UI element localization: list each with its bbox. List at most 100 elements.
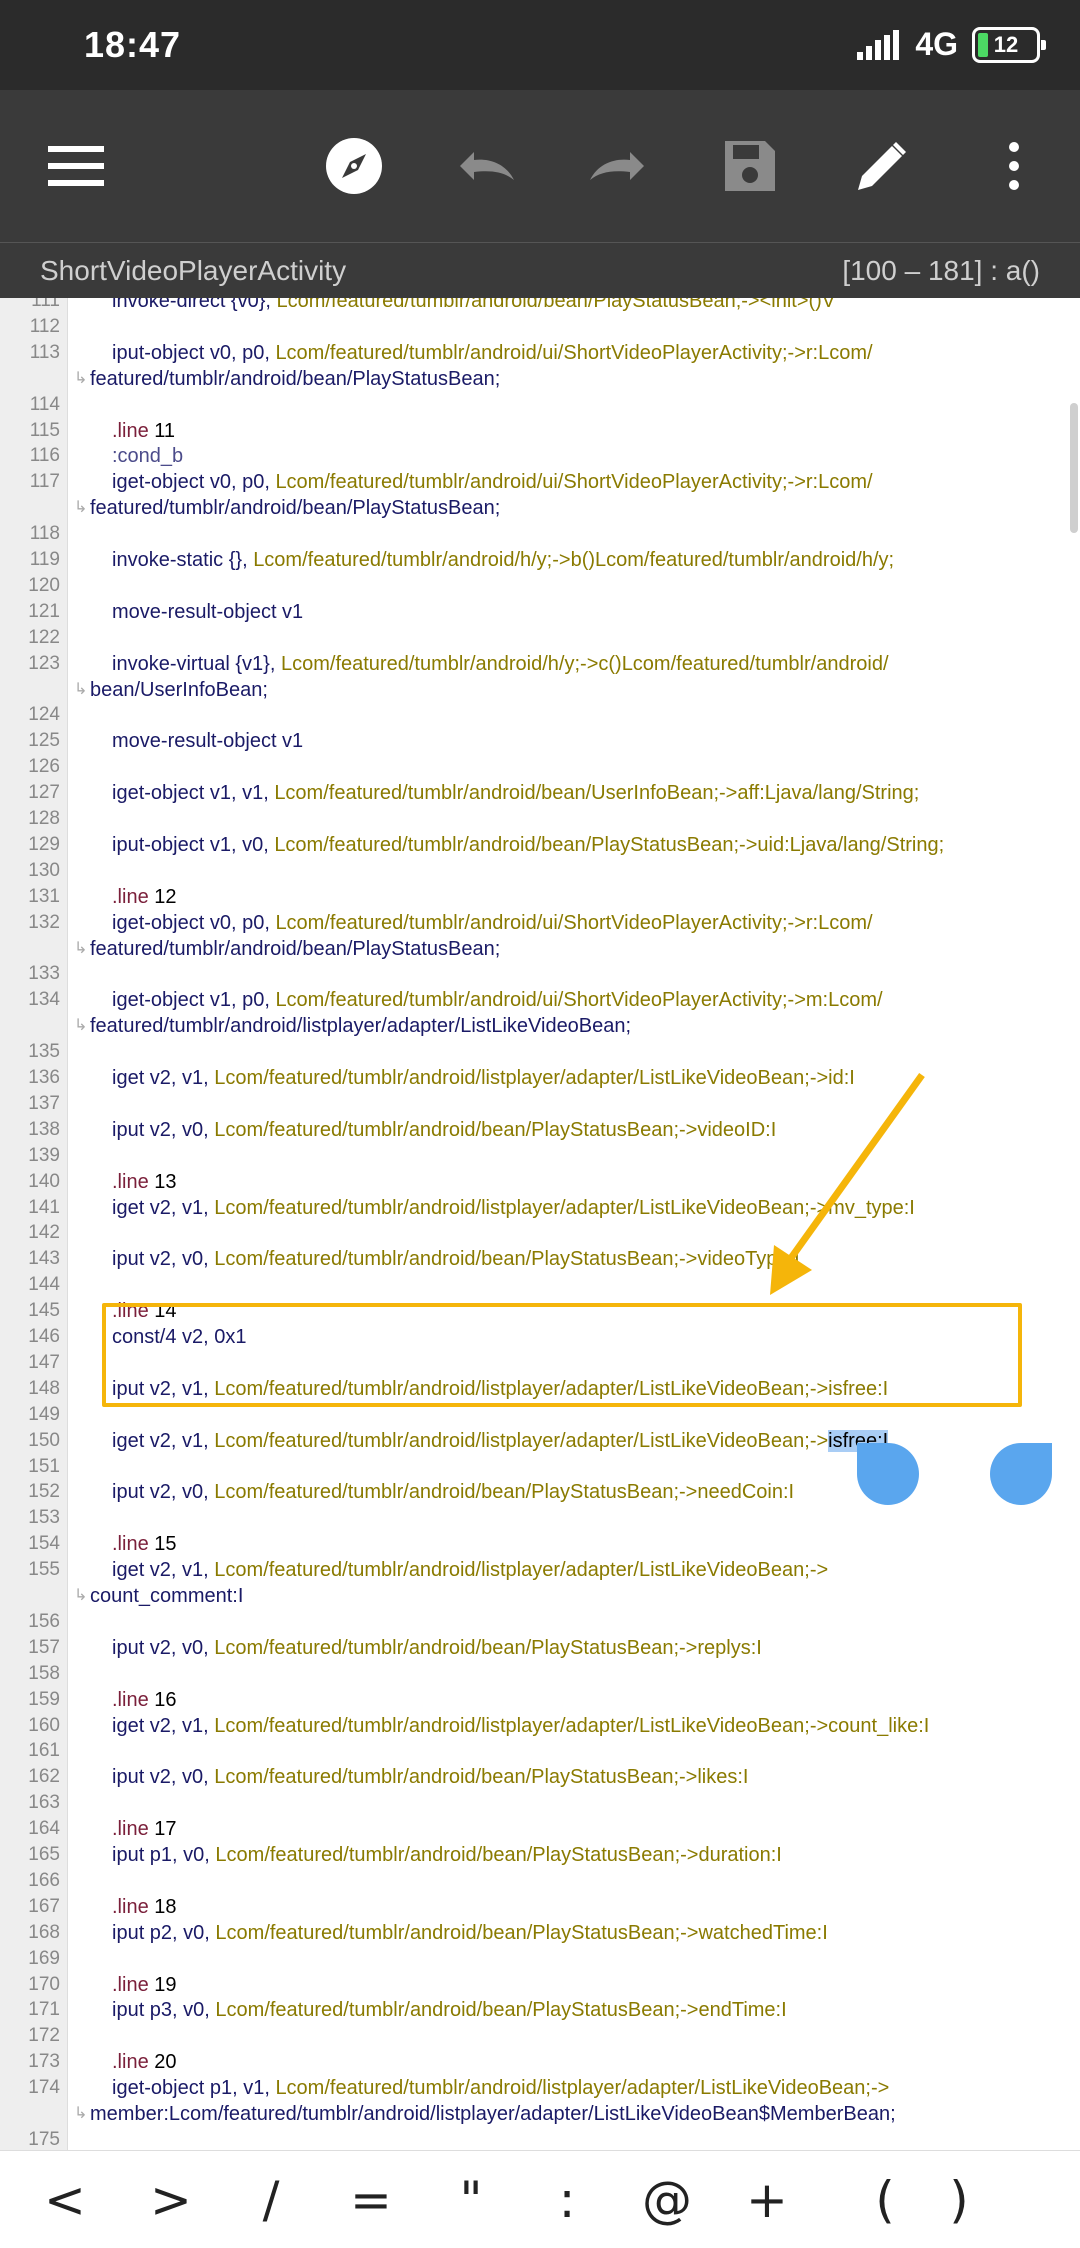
code-text[interactable]: .line 18 bbox=[112, 1894, 177, 1920]
code-line[interactable]: 127 iget-object v1, v1, Lcom/featured/tum… bbox=[0, 780, 1070, 806]
code-line[interactable]: 169 bbox=[0, 1946, 1070, 1972]
code-line[interactable]: 114 bbox=[0, 392, 1070, 418]
symbol-key[interactable]: > bbox=[136, 2165, 206, 2235]
code-line[interactable]: 173 .line 20 bbox=[0, 2049, 1070, 2075]
save-button[interactable] bbox=[710, 126, 790, 206]
code-line[interactable]: 133 bbox=[0, 961, 1070, 987]
code-line[interactable]: ↳ count_comment:I bbox=[0, 1583, 1070, 1609]
code-text[interactable]: iput p3, v0, Lcom/featured/tumblr/androi… bbox=[112, 1997, 787, 2023]
code-line[interactable]: 172 bbox=[0, 2023, 1070, 2049]
code-line[interactable]: 131 .line 12 bbox=[0, 884, 1070, 910]
symbol-key[interactable]: = bbox=[336, 2165, 406, 2235]
code-line[interactable]: ↳ bean/UserInfoBean; bbox=[0, 677, 1070, 703]
symbol-key[interactable]: " bbox=[436, 2165, 506, 2235]
code-text[interactable]: iput v2, v0, Lcom/featured/tumblr/androi… bbox=[112, 1635, 762, 1661]
code-text[interactable]: move-result-object v1 bbox=[112, 599, 303, 625]
code-text[interactable]: iput v2, v0, Lcom/featured/tumblr/androi… bbox=[112, 1246, 800, 1272]
symbol-key[interactable]: ) bbox=[924, 2165, 994, 2235]
code-line[interactable]: 167 .line 18 bbox=[0, 1894, 1070, 1920]
code-line[interactable]: 163 bbox=[0, 1790, 1070, 1816]
menu-button[interactable] bbox=[36, 126, 116, 206]
code-text[interactable]: iput p2, v0, Lcom/featured/tumblr/androi… bbox=[112, 1920, 828, 1946]
code-text[interactable]: iget-object v0, p0, Lcom/featured/tumblr… bbox=[112, 910, 873, 936]
code-line[interactable]: 157 iput v2, v0, Lcom/featured/tumblr/and… bbox=[0, 1635, 1070, 1661]
code-text[interactable]: iput v2, v0, Lcom/featured/tumblr/androi… bbox=[112, 1764, 748, 1790]
code-line[interactable]: 112 bbox=[0, 314, 1070, 340]
code-text[interactable]: iget-object p1, v1, Lcom/featured/tumblr… bbox=[112, 2075, 889, 2101]
code-text[interactable]: featured/tumblr/android/bean/PlayStatusB… bbox=[90, 495, 500, 521]
code-text[interactable]: iget-object v0, p0, Lcom/featured/tumblr… bbox=[112, 469, 873, 495]
code-text[interactable]: iget-object v1, v1, Lcom/featured/tumblr… bbox=[112, 780, 919, 806]
code-text[interactable]: iget v2, v1, Lcom/featured/tumblr/androi… bbox=[112, 1428, 889, 1454]
code-line[interactable]: 156 bbox=[0, 1609, 1070, 1635]
code-line[interactable]: 116:cond_b bbox=[0, 443, 1070, 469]
code-line[interactable]: 144 bbox=[0, 1272, 1070, 1298]
selection-handle-right[interactable] bbox=[990, 1443, 1052, 1505]
code-text[interactable]: iput-object v1, v0, Lcom/featured/tumblr… bbox=[112, 832, 944, 858]
code-text[interactable]: .line 12 bbox=[112, 884, 177, 910]
code-editor[interactable]: 111 invoke-direct {v0}, Lcom/featured/tum… bbox=[0, 298, 1080, 2150]
code-line[interactable]: 125 move-result-object v1 bbox=[0, 728, 1070, 754]
code-line[interactable]: ↳ featured/tumblr/android/bean/PlayStatus… bbox=[0, 495, 1070, 521]
code-line[interactable]: 118 bbox=[0, 521, 1070, 547]
undo-button[interactable] bbox=[446, 126, 526, 206]
code-text[interactable]: iput v2, v0, Lcom/featured/tumblr/androi… bbox=[112, 1479, 794, 1505]
code-line[interactable]: 128 bbox=[0, 806, 1070, 832]
selection-handle-left[interactable] bbox=[857, 1443, 919, 1505]
code-text[interactable]: :cond_b bbox=[112, 443, 183, 469]
code-text[interactable]: invoke-virtual {v1}, Lcom/featured/tumbl… bbox=[112, 651, 889, 677]
method-range[interactable]: [100 – 181] : a() bbox=[842, 255, 1040, 287]
code-line[interactable]: 143 iput v2, v0, Lcom/featured/tumblr/and… bbox=[0, 1246, 1070, 1272]
code-line[interactable]: 139 bbox=[0, 1143, 1070, 1169]
code-line[interactable]: 150 iget v2, v1, Lcom/featured/tumblr/and… bbox=[0, 1428, 1070, 1454]
code-line[interactable]: 123 invoke-virtual {v1}, Lcom/featured/tu… bbox=[0, 651, 1070, 677]
code-text[interactable]: .line 19 bbox=[112, 1972, 177, 1998]
symbol-key[interactable]: ( bbox=[850, 2165, 920, 2235]
symbol-key[interactable]: < bbox=[30, 2165, 100, 2235]
code-text[interactable]: iget v2, v1, Lcom/featured/tumblr/androi… bbox=[112, 1557, 828, 1583]
code-line[interactable]: 136 iget v2, v1, Lcom/featured/tumblr/and… bbox=[0, 1065, 1070, 1091]
code-text[interactable]: iput-object v0, p0, Lcom/featured/tumblr… bbox=[112, 340, 873, 366]
code-text[interactable]: featured/tumblr/android/listplayer/adapt… bbox=[90, 1013, 631, 1039]
code-text[interactable]: iget-object v1, p0, Lcom/featured/tumblr… bbox=[112, 987, 883, 1013]
code-line[interactable]: 154 .line 15 bbox=[0, 1531, 1070, 1557]
symbol-key[interactable]: + bbox=[732, 2165, 802, 2235]
code-line[interactable]: 113 iput-object v0, p0, Lcom/featured/tum… bbox=[0, 340, 1070, 366]
code-line[interactable]: ↳ member:Lcom/featured/tumblr/android/lis… bbox=[0, 2101, 1070, 2127]
code-line[interactable]: 121 move-result-object v1 bbox=[0, 599, 1070, 625]
code-text[interactable]: iput v2, v0, Lcom/featured/tumblr/androi… bbox=[112, 1117, 776, 1143]
code-text[interactable]: invoke-direct {v0}, Lcom/featured/tumblr… bbox=[112, 298, 835, 314]
code-line[interactable]: 161 bbox=[0, 1738, 1070, 1764]
scrollbar-thumb[interactable] bbox=[1070, 403, 1078, 533]
symbol-key[interactable]: / bbox=[236, 2165, 306, 2235]
navigate-button[interactable] bbox=[314, 126, 394, 206]
code-line[interactable]: 162 iput v2, v0, Lcom/featured/tumblr/and… bbox=[0, 1764, 1070, 1790]
code-line[interactable]: 115 .line 11 bbox=[0, 418, 1070, 444]
code-line[interactable]: 122 bbox=[0, 625, 1070, 651]
code-line[interactable]: 175 bbox=[0, 2127, 1070, 2150]
code-text[interactable]: iget v2, v1, Lcom/featured/tumblr/androi… bbox=[112, 1195, 915, 1221]
code-text[interactable]: .line 13 bbox=[112, 1169, 177, 1195]
code-line[interactable]: 117 iget-object v0, p0, Lcom/featured/tum… bbox=[0, 469, 1070, 495]
code-text[interactable]: featured/tumblr/android/bean/PlayStatusB… bbox=[90, 366, 500, 392]
code-line[interactable]: 135 bbox=[0, 1039, 1070, 1065]
symbol-key[interactable]: @ bbox=[632, 2165, 702, 2235]
code-line[interactable]: 155 iget v2, v1, Lcom/featured/tumblr/and… bbox=[0, 1557, 1070, 1583]
code-line[interactable]: 166 bbox=[0, 1868, 1070, 1894]
code-line[interactable]: 174 iget-object p1, v1, Lcom/featured/tum… bbox=[0, 2075, 1070, 2101]
code-text[interactable]: .line 11 bbox=[112, 418, 175, 444]
code-line[interactable]: 170 .line 19 bbox=[0, 1972, 1070, 1998]
code-text[interactable]: member:Lcom/featured/tumblr/android/list… bbox=[90, 2101, 896, 2127]
symbol-key[interactable]: : bbox=[532, 2165, 602, 2235]
code-line[interactable]: 126 bbox=[0, 754, 1070, 780]
code-line[interactable]: 138 iput v2, v0, Lcom/featured/tumblr/and… bbox=[0, 1117, 1070, 1143]
code-line[interactable]: 132 iget-object v0, p0, Lcom/featured/tum… bbox=[0, 910, 1070, 936]
code-text[interactable]: .line 20 bbox=[112, 2049, 177, 2075]
code-line[interactable]: 119 invoke-static {}, Lcom/featured/tumbl… bbox=[0, 547, 1070, 573]
code-line[interactable]: 171 iput p3, v0, Lcom/featured/tumblr/and… bbox=[0, 1997, 1070, 2023]
code-text[interactable]: .line 17 bbox=[112, 1816, 177, 1842]
code-line[interactable]: 111 invoke-direct {v0}, Lcom/featured/tum… bbox=[0, 298, 1070, 314]
code-text[interactable]: bean/UserInfoBean; bbox=[90, 677, 268, 703]
code-text[interactable]: iget v2, v1, Lcom/featured/tumblr/androi… bbox=[112, 1713, 929, 1739]
code-line[interactable]: 120 bbox=[0, 573, 1070, 599]
